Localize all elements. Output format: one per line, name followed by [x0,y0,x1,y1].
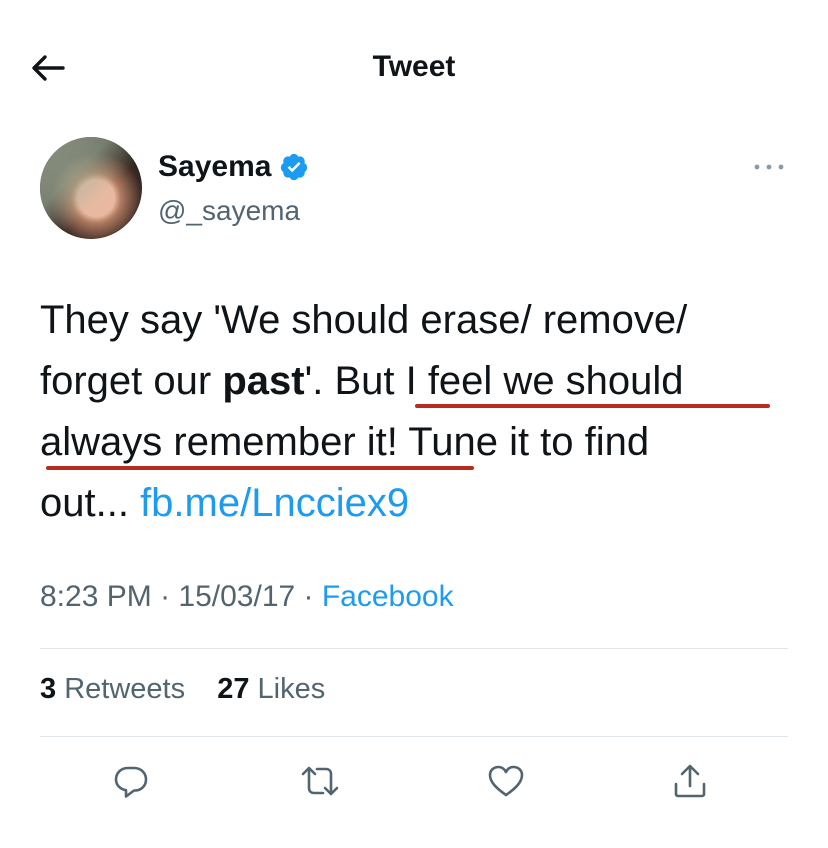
author-name-text: Sayema [158,150,272,183]
tweet-time: 8:23 PM [40,580,152,613]
retweet-icon [301,766,339,796]
more-horizontal-icon [754,164,784,170]
avatar[interactable] [40,137,142,239]
author-name[interactable]: Sayema [158,150,309,184]
bold-word: past [222,359,305,403]
divider [40,648,788,649]
retweets-stat[interactable]: 3 Retweets [40,673,185,705]
reply-icon [114,766,148,798]
tweet-line: out... fb.me/Lncciex9 [40,481,410,525]
more-options-button[interactable] [752,155,786,179]
like-button[interactable] [486,761,530,805]
tweet-line: forget our past'. But I feel we should [40,359,684,403]
action-bar [0,755,828,811]
tweet-text: They say 'We should erase/ remove/ forge… [40,290,800,534]
tweet-date: 15/03/17 [178,580,296,613]
verified-badge-icon [281,153,308,181]
tweet-link[interactable]: fb.me/Lncciex9 [140,481,409,525]
share-icon [674,764,706,798]
retweet-button[interactable] [300,761,344,805]
tweet-meta: 8:23 PM · 15/03/17 · Facebook [40,580,454,613]
annotation-underline [46,466,474,470]
reply-button[interactable] [111,761,155,805]
annotation-underline [415,404,770,408]
page-title: Tweet [372,50,456,83]
tweet-line: always remember it! Tune it to find [40,420,650,464]
header: Tweet [0,0,828,136]
heart-icon [488,765,524,797]
tweet-source[interactable]: Facebook [322,580,454,613]
author-handle[interactable]: @_sayema [158,195,300,227]
tweet-stats: 3 Retweets 27 Likes [40,673,325,706]
divider [40,736,788,737]
share-button[interactable] [670,761,714,805]
likes-stat[interactable]: 27 Likes [217,673,325,705]
tweet-line: They say 'We should erase/ remove/ [40,298,688,342]
